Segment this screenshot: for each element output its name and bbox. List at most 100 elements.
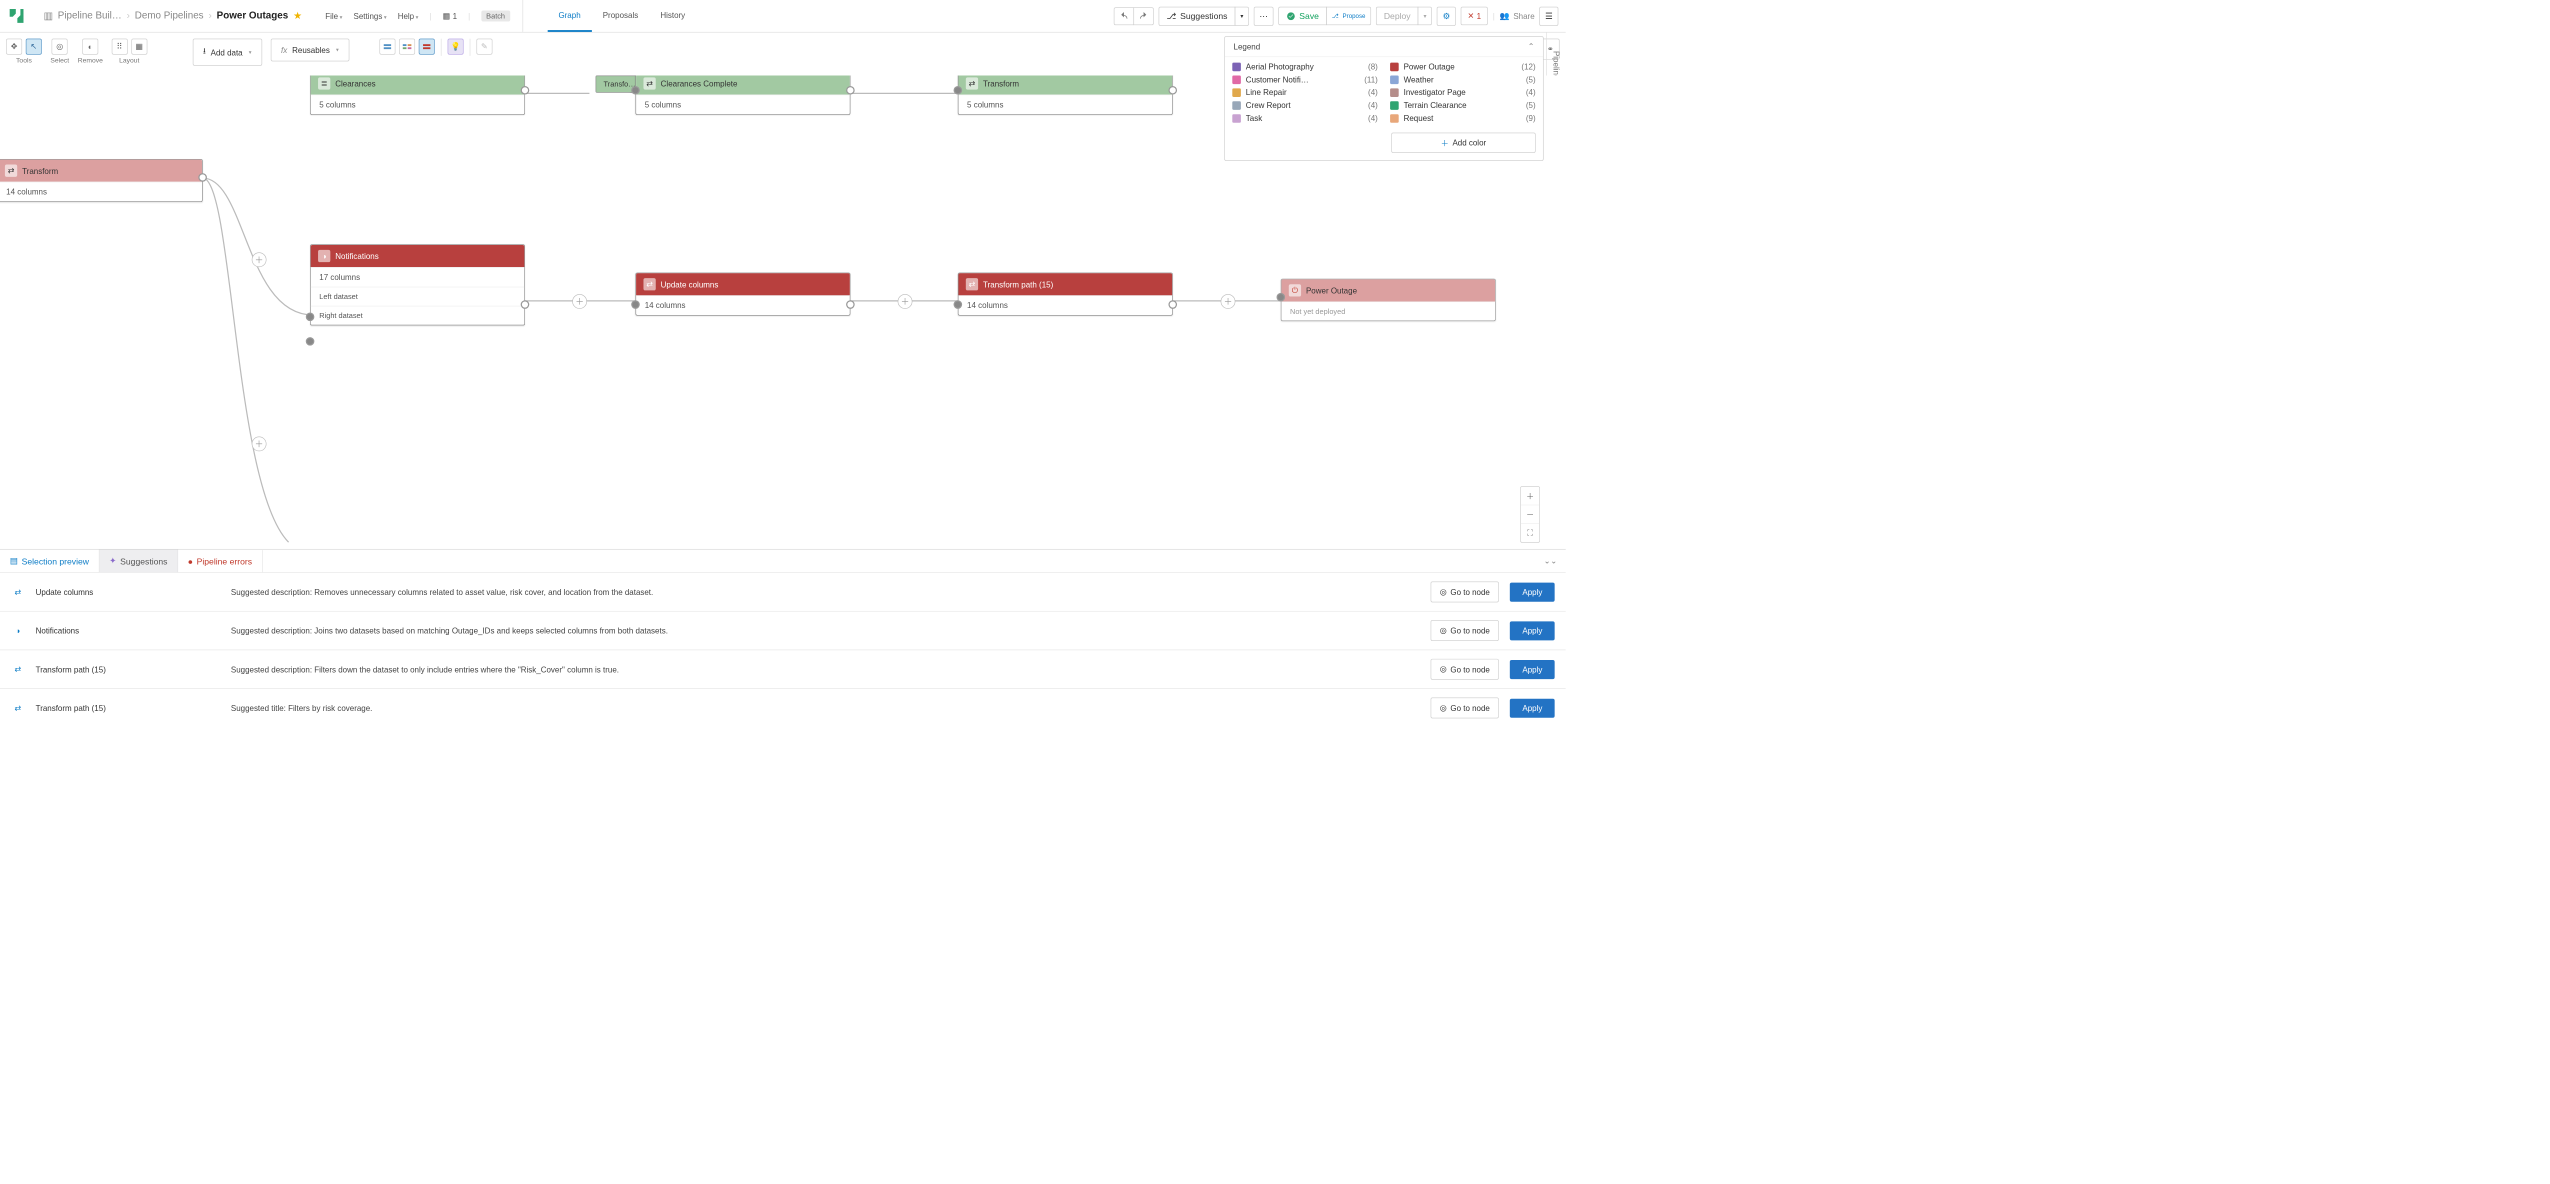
legend-item[interactable]: Terrain Clearance(5) [1390,101,1536,110]
node-power-outage[interactable]: ⏻Power Outage Not yet deployed [1281,279,1496,321]
reusables-button[interactable]: fxReusables▾ [271,39,350,62]
apply-button[interactable]: Apply [1510,582,1555,601]
color-mode-3[interactable] [419,39,435,55]
legend-name: Task [1246,114,1363,123]
legend-name: Request [1404,114,1521,123]
apply-button[interactable]: Apply [1510,621,1555,640]
tab-graph[interactable]: Graph [547,0,591,32]
node-subtitle: 14 columns [0,182,202,202]
sliders-button[interactable]: ⚙︎ [1437,6,1456,25]
node-update-columns[interactable]: ⇄Update columns 14 columns [635,273,850,316]
zoom-in-button[interactable]: ＋ [1521,487,1539,505]
legend-name: Aerial Photography [1246,62,1363,71]
legend-item[interactable]: Investigator Page(4) [1390,88,1536,97]
target-icon: ◎ [1440,703,1447,713]
remove-tool[interactable]: ◐ [82,39,98,55]
node-notifications[interactable]: ◑Notifications 17 columns Left dataset R… [310,244,525,325]
legend-item[interactable]: Weather(5) [1390,75,1536,84]
remove-label: Remove [78,57,103,64]
suggestion-description: Suggested title: Filters by risk coverag… [231,703,1420,712]
transform-icon: ⇄ [11,701,25,715]
collapse-panel-icon[interactable]: ⌄⌄ [1535,551,1566,571]
legend-item[interactable]: Power Outage(12) [1390,62,1536,71]
menu-help[interactable]: Help [398,11,419,20]
crumb-folder[interactable]: Demo Pipelines [135,10,204,21]
crumb-root[interactable]: Pipeline Buil… [58,10,122,21]
favorite-star-icon[interactable]: ★ [293,10,302,22]
suggestion-node-name: Transform path (15) [36,703,220,712]
legend-count: (12) [1521,62,1535,71]
propose-button[interactable]: ⎇Propose [1326,7,1371,25]
legend-count: (9) [1526,114,1536,123]
tab-selection-preview[interactable]: ▤Selection preview [0,550,99,573]
node-clearances[interactable]: ≣Clearances 5 columns [310,76,525,115]
legend-count: (5) [1526,75,1536,84]
color-swatch [1232,101,1241,110]
panel-toggle-icon[interactable]: ☰ [1540,6,1559,25]
edit-icon[interactable]: ✎ [476,39,492,55]
legend-count: (11) [1364,75,1378,84]
add-node-icon[interactable]: ＋ [572,294,587,309]
add-node-icon[interactable]: ＋ [1221,294,1236,309]
go-to-node-button[interactable]: ◎Go to node [1430,581,1499,602]
suggestion-description: Suggested description: Joins two dataset… [231,626,1420,635]
tool-pan[interactable]: ✥ [6,39,22,55]
add-node-icon[interactable]: ＋ [898,294,913,309]
legend-item[interactable]: Crew Report(4) [1232,101,1378,110]
legend-title: Legend [1234,42,1261,51]
tab-proposals[interactable]: Proposals [592,0,650,32]
zoom-out-button[interactable]: － [1521,505,1539,523]
suggestions-chevron[interactable]: ▾ [1235,6,1249,25]
tab-suggestions[interactable]: ✦Suggestions [99,550,177,573]
layout-tool-1[interactable]: ⠿ [111,39,127,55]
menu-settings[interactable]: Settings [353,11,386,20]
undo-button[interactable] [1114,7,1134,25]
legend-item[interactable]: Customer Notifi…(11) [1232,75,1378,84]
node-transform-path[interactable]: ⇄Transform path (15) 14 columns [958,273,1173,316]
node-transform-pink[interactable]: ⇄Transform 14 columns [0,159,203,202]
zoom-fit-button[interactable]: ⛶ [1521,524,1539,542]
layout-tool-2[interactable]: ▦ [131,39,147,55]
color-mode-1[interactable] [379,39,395,55]
suggestion-description: Suggested description: Removes unnecessa… [231,587,1420,596]
legend-item[interactable]: Request (9) [1390,114,1536,123]
tab-pipeline-errors[interactable]: ●Pipeline errors [178,550,263,572]
node-transform-1[interactable]: ⇄Transform 5 columns [958,76,1173,115]
more-button[interactable]: ⋯ [1254,6,1274,25]
redo-button[interactable] [1133,7,1153,25]
node-subtitle: 5 columns [958,95,1172,115]
add-data-button[interactable]: ⭳Add data▾ [193,39,262,66]
menu-file[interactable]: File [325,11,342,20]
add-color-button[interactable]: ＋Add color [1391,133,1535,153]
go-to-node-button[interactable]: ◎Go to node [1430,698,1499,719]
legend-name: Investigator Page [1404,88,1521,97]
apply-button[interactable]: Apply [1510,660,1555,679]
apply-button[interactable]: Apply [1510,698,1555,717]
legend-item[interactable]: Aerial Photography(8) [1232,62,1378,71]
go-to-node-button[interactable]: ◎Go to node [1430,659,1499,680]
share-button[interactable]: 👥Share [1500,11,1535,21]
tool-pointer[interactable]: ↖ [26,39,42,55]
error-count[interactable]: ✕1 [1461,7,1488,25]
add-node-icon[interactable]: ＋ [252,252,267,267]
suggestions-button[interactable]: ⎇Suggestions [1159,6,1236,25]
node-clearances-complete[interactable]: ⇄Clearances Complete 5 columns [635,76,850,115]
legend-item[interactable]: Task(4) [1232,114,1378,123]
legend-count: (4) [1368,88,1378,97]
deploy-chevron[interactable]: ▾ [1418,7,1432,25]
color-swatch [1390,114,1399,123]
color-mode-2[interactable] [399,39,415,55]
lightbulb-icon[interactable]: 💡 [447,39,463,55]
save-button[interactable]: Save [1278,7,1326,25]
select-tool[interactable]: ◎ [52,39,68,55]
app-logo[interactable] [2,2,30,30]
go-to-node-button[interactable]: ◎Go to node [1430,620,1499,641]
legend-item[interactable]: Line Repair(4) [1232,88,1378,97]
tab-history[interactable]: History [649,0,696,32]
node-subtitle: Not yet deployed [1281,301,1495,320]
add-node-icon[interactable]: ＋ [252,437,267,452]
build-count[interactable]: ▦1 [443,11,457,21]
chevron-up-icon[interactable]: ⌃ [1528,42,1535,52]
branch-icon: ⎇ [1332,13,1339,20]
deploy-button[interactable]: Deploy [1376,7,1419,25]
